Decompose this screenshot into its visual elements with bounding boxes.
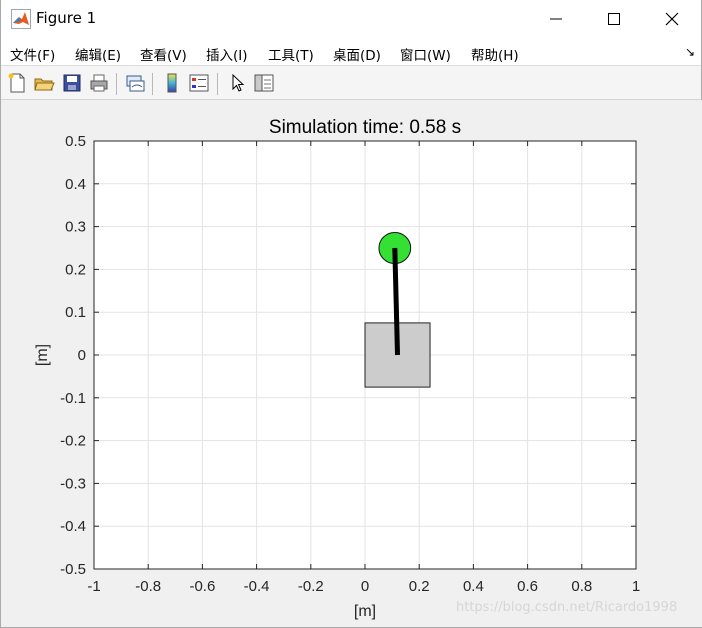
x-tick-label: 0.4	[463, 578, 484, 595]
x-axis-label: [m]	[354, 603, 376, 620]
y-tick-label: 0.1	[65, 304, 86, 321]
y-tick-label: -0.4	[60, 518, 86, 535]
figure-window: Figure 1 文件(F) 编辑(E) 查看(V) 插入(I) 工具(T) 桌…	[0, 0, 702, 628]
menu-bar: 文件(F) 编辑(E) 查看(V) 插入(I) 工具(T) 桌面(D) 窗口(W…	[1, 38, 701, 66]
y-tick-label: 0	[78, 347, 86, 364]
menu-desktop[interactable]: 桌面(D)	[333, 44, 381, 64]
x-tick-label: 0.6	[517, 578, 538, 595]
dock-figure-icon[interactable]: ↘	[685, 45, 695, 59]
print-icon[interactable]	[88, 72, 110, 94]
toolbar-separator	[116, 73, 117, 95]
y-tick-label: -0.5	[60, 561, 86, 578]
menu-help[interactable]: 帮助(H)	[471, 44, 519, 64]
link-plot-icon[interactable]	[124, 72, 146, 94]
x-tick-label: -0.6	[189, 578, 215, 595]
maximize-button[interactable]	[585, 0, 643, 38]
x-tick-label: -1	[87, 578, 100, 595]
matlab-logo-icon	[11, 9, 31, 29]
menu-file[interactable]: 文件(F)	[10, 44, 55, 64]
close-button[interactable]	[643, 0, 701, 38]
x-tick-label: -0.4	[244, 578, 270, 595]
open-file-icon[interactable]	[33, 72, 55, 94]
menu-view[interactable]: 查看(V)	[140, 44, 187, 64]
save-icon[interactable]	[61, 72, 83, 94]
y-tick-label: -0.2	[60, 433, 86, 450]
y-tick-label: -0.1	[60, 390, 86, 407]
x-tick-label: 0.2	[409, 578, 430, 595]
menu-window[interactable]: 窗口(W)	[400, 44, 451, 64]
new-figure-icon[interactable]	[6, 72, 28, 94]
figure-canvas: -1 -0.8 -0.6 -0.4 -0.2 0 0.2 0.4 0.6 0.8 1 0.5 0.4 0.…	[2, 100, 702, 627]
x-tick-label: 1	[632, 578, 640, 595]
y-tick-label: 0.5	[65, 133, 86, 150]
pendulum-pole	[392, 247, 401, 356]
pointer-icon[interactable]	[226, 72, 248, 94]
y-tick-label: 0.4	[65, 176, 86, 193]
colorbar-icon[interactable]	[161, 72, 183, 94]
menu-insert[interactable]: 插入(I)	[206, 44, 248, 64]
minimize-button[interactable]	[527, 0, 585, 38]
legend-icon[interactable]	[188, 72, 210, 94]
watermark-text: https://blog.csdn.net/Ricardo1998	[456, 600, 678, 615]
y-tick-label: 0.2	[65, 261, 86, 278]
window-title: Figure 1	[36, 9, 97, 27]
close-icon	[665, 12, 679, 26]
minimize-icon	[550, 18, 562, 20]
maximize-icon	[608, 13, 620, 25]
toolbar-separator	[152, 73, 153, 95]
y-tick-label: -0.3	[60, 475, 86, 492]
x-tick-label: -0.2	[298, 578, 324, 595]
chart-title: Simulation time: 0.58 s	[269, 117, 461, 138]
figure-toolbar	[1, 66, 701, 100]
x-tick-label: 0	[361, 578, 369, 595]
title-bar: Figure 1	[1, 0, 701, 38]
y-tick-label: 0.3	[65, 219, 86, 236]
menu-tools[interactable]: 工具(T)	[268, 44, 314, 64]
x-tick-label: -0.8	[135, 578, 161, 595]
axes-plot[interactable]: -1 -0.8 -0.6 -0.4 -0.2 0 0.2 0.4 0.6 0.8 1 0.5 0.4 0.…	[2, 100, 702, 627]
y-axis-label: [m]	[34, 344, 51, 366]
x-tick-label: 0.8	[571, 578, 592, 595]
menu-edit[interactable]: 编辑(E)	[75, 44, 121, 64]
property-inspector-icon[interactable]	[253, 72, 275, 94]
toolbar-separator	[217, 73, 218, 95]
